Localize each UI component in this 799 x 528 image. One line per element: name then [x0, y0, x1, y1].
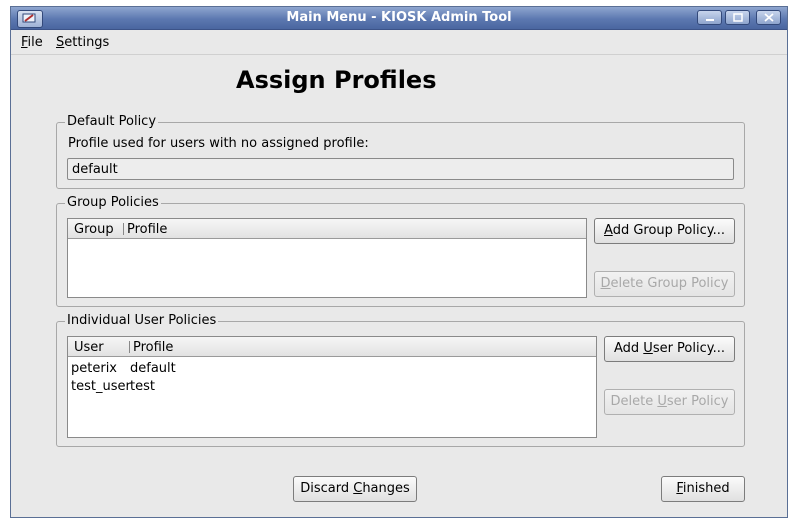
default-profile-field[interactable]: default [67, 158, 734, 180]
column-header-profile[interactable]: Profile [127, 222, 167, 237]
add-user-policy-mnemonic: U [643, 341, 653, 356]
row-profile: test [130, 379, 155, 394]
title-bar[interactable]: Main Menu - KIOSK Admin Tool [11, 7, 787, 30]
delete-group-policy-label: elete Group Policy [610, 276, 729, 291]
row-user: test_user [71, 379, 131, 394]
group-policies-group: Group Policies Group Profile Add Group P… [56, 195, 745, 307]
delete-user-policy-label-pre: Delete [610, 394, 658, 409]
column-separator [123, 223, 124, 235]
row-profile: default [130, 361, 176, 376]
table-row[interactable]: peterix default [71, 361, 591, 379]
group-policies-legend: Group Policies [65, 195, 161, 210]
menu-settings-label: ettings [64, 35, 110, 50]
close-button[interactable] [756, 10, 781, 25]
window-title: Main Menu - KIOSK Admin Tool [286, 10, 512, 25]
delete-user-policy-label: ser Policy [666, 394, 729, 409]
maximize-icon [733, 13, 743, 22]
add-user-policy-button[interactable]: Add User Policy... [604, 336, 735, 362]
menu-file[interactable]: File [21, 35, 43, 50]
menu-file-label: ile [27, 35, 43, 50]
default-policy-group: Default Policy Profile used for users wi… [56, 114, 745, 189]
add-group-policy-label: dd Group Policy... [612, 223, 725, 238]
discard-changes-label: hanges [362, 481, 410, 496]
close-icon [764, 13, 774, 22]
finished-button[interactable]: Finished [661, 476, 745, 502]
add-user-policy-label-pre: Add [613, 341, 644, 356]
column-header-group[interactable]: Group [74, 222, 114, 237]
discard-changes-label-pre: Discard [300, 481, 354, 496]
maximize-button[interactable] [725, 10, 750, 25]
finished-label: inished [682, 481, 730, 496]
row-user: peterix [71, 361, 117, 376]
column-separator [129, 341, 130, 353]
discard-changes-button[interactable]: Discard Changes [293, 476, 417, 502]
discard-changes-mnemonic: C [353, 481, 363, 496]
group-policies-header: Group Profile [68, 219, 586, 239]
add-group-policy-button[interactable]: Add Group Policy... [594, 218, 735, 244]
delete-user-policy-mnemonic: U [657, 394, 667, 409]
delete-user-policy-button[interactable]: Delete User Policy [604, 389, 735, 415]
user-policies-legend: Individual User Policies [65, 313, 219, 328]
add-group-policy-mnemonic: A [604, 223, 613, 238]
user-policies-list[interactable]: User Profile peterix default test_user t… [67, 336, 597, 438]
minimize-button[interactable] [697, 10, 722, 25]
main-window: Main Menu - KIOSK Admin Tool File Settin… [10, 6, 788, 518]
delete-group-policy-mnemonic: D [600, 276, 611, 291]
column-header-profile[interactable]: Profile [133, 340, 173, 355]
default-policy-description: Profile used for users with no assigned … [68, 136, 369, 151]
user-policies-header: User Profile [68, 337, 596, 357]
page-title: Assign Profiles [236, 66, 437, 94]
menu-bar: File Settings [11, 30, 787, 55]
table-row[interactable]: test_user test [71, 379, 591, 397]
column-header-user[interactable]: User [74, 340, 104, 355]
user-policies-group: Individual User Policies User Profile pe… [56, 313, 745, 447]
delete-group-policy-button[interactable]: Delete Group Policy [594, 271, 735, 297]
default-policy-legend: Default Policy [65, 114, 159, 129]
add-user-policy-label: ser Policy... [652, 341, 725, 356]
menu-settings[interactable]: Settings [56, 35, 109, 50]
group-policies-list[interactable]: Group Profile [67, 218, 587, 298]
minimize-icon [706, 19, 714, 21]
